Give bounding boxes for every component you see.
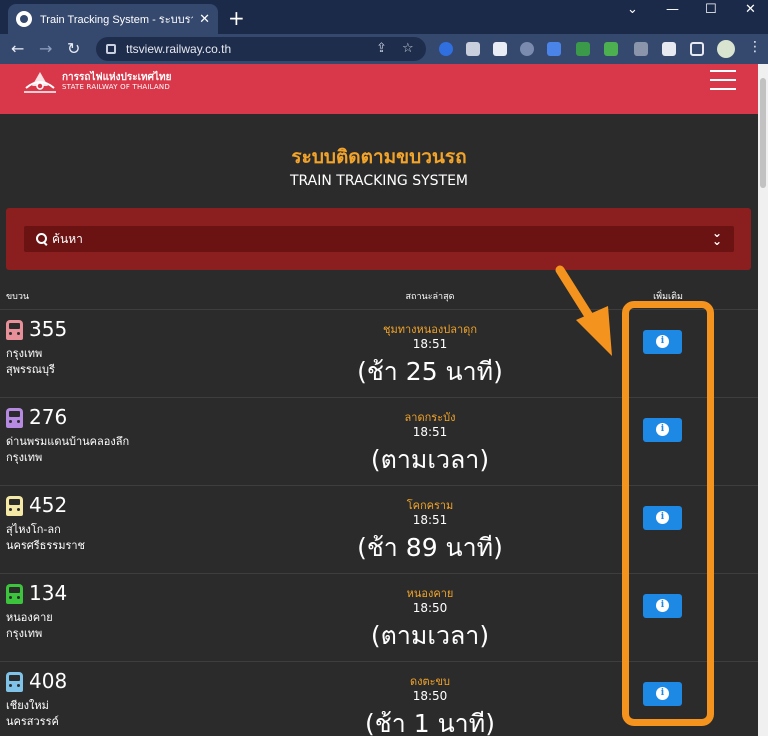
latest-station: หนองคาย <box>406 587 454 600</box>
train-icon <box>6 320 23 340</box>
destination-station: กรุงเทพ <box>6 627 43 640</box>
logo-text-en: STATE RAILWAY OF THAILAND <box>62 83 170 91</box>
search-panel: ค้นหา ⌄ ⌄ <box>6 208 751 270</box>
back-arrow-icon[interactable]: ← <box>11 39 24 58</box>
latest-station: ชุมทางหนองปลาดุก <box>383 323 477 336</box>
url-text: ttsview.railway.co.th <box>126 42 232 56</box>
latest-time: 18:50 <box>412 601 448 615</box>
destination-station: นครศรีธรรมราช <box>6 539 86 552</box>
annotation-highlight-box <box>622 301 714 726</box>
train-number: 355 <box>29 317 68 341</box>
train-icon <box>6 496 23 516</box>
globe-icon <box>16 11 32 27</box>
latest-station: โคกคราม <box>406 499 454 512</box>
latest-time: 18:51 <box>412 337 448 351</box>
page-subtitle: TRAIN TRACKING SYSTEM <box>289 173 469 189</box>
extension-icon[interactable] <box>576 42 590 56</box>
scrollbar-thumb[interactable] <box>760 78 766 188</box>
latest-station: ดงตะขบ <box>409 675 451 688</box>
tab-search-icon[interactable]: ⌄ <box>627 2 638 17</box>
page-scrollbar[interactable] <box>758 64 768 736</box>
puzzle-extensions-icon[interactable] <box>662 42 676 56</box>
tab-close-icon[interactable]: ✕ <box>199 12 210 27</box>
train-icon <box>6 584 23 604</box>
share-icon[interactable]: ⇪ <box>376 41 387 56</box>
reload-icon[interactable]: ↻ <box>67 39 80 58</box>
train-number: 452 <box>29 493 68 517</box>
new-tab-button[interactable]: + <box>228 6 245 30</box>
page-title: ระบบติดตามขบวนรถ <box>291 146 467 168</box>
browser-tab-bar: Train Tracking System - ระบบรายงาน ✕ + ⌄… <box>0 0 768 34</box>
maximize-button[interactable]: ☐ <box>705 2 717 17</box>
delay-status: (ช้า 25 นาที) <box>357 357 503 386</box>
site-header: การรถไฟแห่งประเทศไทย STATE RAILWAY OF TH… <box>0 64 758 114</box>
shield-extension-icon[interactable] <box>634 42 648 56</box>
translate-extension-icon[interactable] <box>547 42 561 56</box>
extension-icon[interactable] <box>439 42 453 56</box>
tab-title: Train Tracking System - ระบบรายงาน <box>40 14 193 26</box>
srt-logo-icon[interactable] <box>22 68 58 94</box>
destination-station: นครสวรรค์ <box>6 715 59 728</box>
browser-toolbar: ← → ↻ ttsview.railway.co.th ⇪ ☆ ⋮ <box>0 34 768 64</box>
train-icon <box>6 672 23 692</box>
destination-station: กรุงเทพ <box>6 451 43 464</box>
search-icon <box>36 233 48 245</box>
address-bar[interactable]: ttsview.railway.co.th ⇪ ☆ <box>96 37 426 61</box>
latest-station: ลาดกระบัง <box>404 411 456 424</box>
latest-time: 18:51 <box>412 425 448 439</box>
latest-time: 18:50 <box>412 689 448 703</box>
extension-icon[interactable] <box>493 42 507 56</box>
column-header-train: ขบวน <box>6 292 30 302</box>
delay-status: (ช้า 89 นาที) <box>357 533 503 562</box>
delay-status: (ตามเวลา) <box>370 621 490 650</box>
forward-arrow-icon[interactable]: → <box>39 39 52 58</box>
search-label: ค้นหา <box>52 231 83 246</box>
lock-icon <box>106 44 116 54</box>
close-window-button[interactable]: ✕ <box>745 2 756 17</box>
side-panel-icon[interactable] <box>690 42 704 56</box>
extension-icon[interactable] <box>520 42 534 56</box>
browser-tab[interactable]: Train Tracking System - ระบบรายงาน ✕ <box>8 4 218 34</box>
more-menu-icon[interactable]: ⋮ <box>748 39 762 55</box>
train-number: 408 <box>29 669 68 693</box>
chevron-double-down-icon[interactable]: ⌄ ⌄ <box>712 227 722 247</box>
search-toggle-bar[interactable]: ค้นหา ⌄ ⌄ <box>24 226 734 252</box>
extension-icon[interactable] <box>604 42 618 56</box>
annotation-arrow-icon <box>555 265 612 356</box>
train-icon <box>6 408 23 428</box>
latest-time: 18:51 <box>412 513 448 527</box>
delay-status: (ตามเวลา) <box>370 445 490 474</box>
train-number: 134 <box>29 581 68 605</box>
bookmark-star-icon[interactable]: ☆ <box>402 41 414 56</box>
train-number: 276 <box>29 405 68 429</box>
destination-station: สุพรรณบุรี <box>6 363 55 376</box>
minimize-button[interactable]: — <box>666 2 679 17</box>
column-header-status: สถานะล่าสุด <box>405 292 455 302</box>
profile-avatar[interactable] <box>717 40 735 58</box>
delay-status: (ช้า 1 นาที) <box>365 709 495 736</box>
camera-extension-icon[interactable] <box>466 42 480 56</box>
menu-hamburger-icon[interactable] <box>710 70 736 92</box>
